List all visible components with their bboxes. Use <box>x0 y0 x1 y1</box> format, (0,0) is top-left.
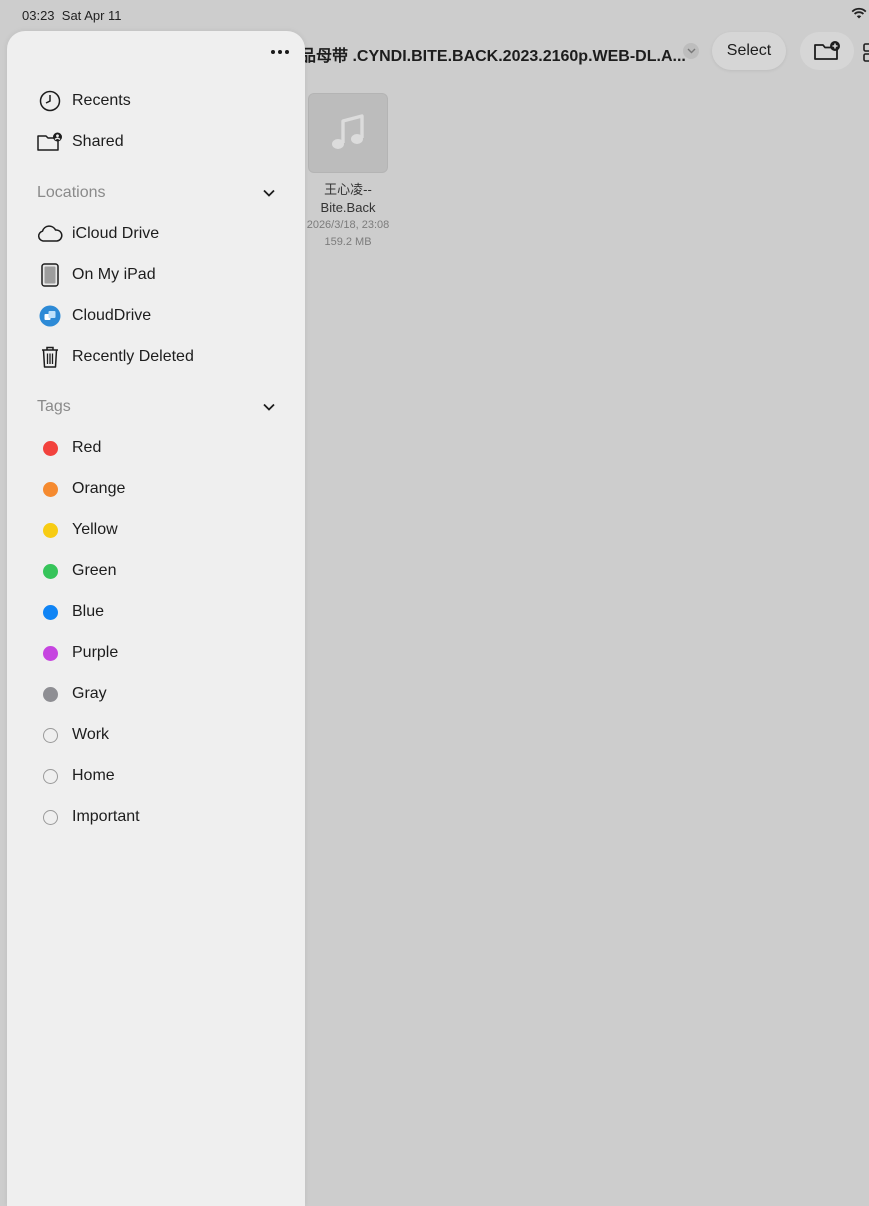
more-options-button[interactable] <box>266 44 294 60</box>
new-folder-button[interactable] <box>800 32 854 70</box>
chevron-down-icon[interactable] <box>683 43 699 59</box>
sidebar-item-shared[interactable]: Shared <box>7 125 305 159</box>
sidebar-tag-home[interactable]: Home <box>7 759 305 793</box>
sidebar-item-clouddrive[interactable]: CloudDrive <box>7 299 305 333</box>
sidebar-tag-important[interactable]: Important <box>7 800 305 834</box>
sidebar-tag-purple[interactable]: Purple <box>7 636 305 670</box>
sidebar-item-label: Shared <box>72 133 124 150</box>
view-options-icon[interactable] <box>862 42 869 62</box>
sidebar-item-label: Recently Deleted <box>72 348 194 365</box>
sidebar-tag-gray[interactable]: Gray <box>7 677 305 711</box>
sidebar-item-label: iCloud Drive <box>72 225 160 242</box>
more-icon <box>271 50 275 54</box>
tag-dot-icon <box>37 435 63 461</box>
sidebar-item-recently-deleted[interactable]: Recently Deleted <box>7 340 305 374</box>
tag-dot-icon <box>37 517 63 543</box>
sidebar-item-label: Gray <box>72 685 107 702</box>
tag-empty-circle-icon <box>37 763 63 789</box>
chevron-down-icon[interactable] <box>262 186 276 200</box>
shared-folder-icon <box>37 129 63 155</box>
sidebar-item-label: Orange <box>72 480 126 497</box>
sidebar-tag-red[interactable]: Red <box>7 431 305 465</box>
sidebar-item-label: Work <box>72 726 110 743</box>
locations-header[interactable]: Locations <box>37 184 106 202</box>
folder-path-title[interactable]: 品母带 .CYNDI.BITE.BACK.2023.2160p.WEB-DL.A… <box>300 42 686 66</box>
tag-empty-circle-icon <box>37 804 63 830</box>
cloud-icon <box>37 221 63 247</box>
sidebar-item-label: Green <box>72 562 117 579</box>
sidebar-item-label: CloudDrive <box>72 307 152 324</box>
sidebar-item-recents[interactable]: Recents <box>7 84 305 118</box>
file-name: 王心凌-- Bite.Back <box>320 182 376 215</box>
sidebar-tag-blue[interactable]: Blue <box>7 595 305 629</box>
sidebar-item-on-my-ipad[interactable]: On My iPad <box>7 258 305 292</box>
clouddrive-icon <box>37 303 63 329</box>
sidebar-item-label: On My iPad <box>72 266 156 283</box>
tag-empty-circle-icon <box>37 722 63 748</box>
sidebar: Recents Shared Locations iCloud Drive On… <box>7 31 305 1206</box>
sidebar-tag-orange[interactable]: Orange <box>7 472 305 506</box>
sidebar-item-label: Purple <box>72 644 119 661</box>
sidebar-item-label: Recents <box>72 92 131 109</box>
sidebar-tag-green[interactable]: Green <box>7 554 305 588</box>
music-note-icon <box>332 114 364 149</box>
sidebar-item-icloud-drive[interactable]: iCloud Drive <box>7 217 305 251</box>
clock-icon <box>37 88 63 114</box>
folder-plus-icon <box>814 41 840 60</box>
sidebar-item-label: Important <box>72 808 140 825</box>
file-size: 159.2 MB <box>324 236 372 248</box>
sidebar-tag-yellow[interactable]: Yellow <box>7 513 305 547</box>
tag-dot-icon <box>37 476 63 502</box>
trash-icon <box>37 344 63 370</box>
tag-dot-icon <box>37 640 63 666</box>
select-button[interactable]: Select <box>712 32 786 70</box>
sidebar-tag-work[interactable]: Work <box>7 718 305 752</box>
tags-header[interactable]: Tags <box>37 398 71 416</box>
file-date: 2026/3/18, 23:08 <box>306 219 390 231</box>
audio-file-thumbnail <box>308 93 388 173</box>
file-item[interactable]: 王心凌-- Bite.Back 2026/3/18, 23:08 159.2 M… <box>298 93 398 251</box>
sidebar-item-label: Red <box>72 439 102 456</box>
chevron-down-icon[interactable] <box>262 400 276 414</box>
ipad-icon <box>37 262 63 288</box>
tag-dot-icon <box>37 558 63 584</box>
sidebar-item-label: Home <box>72 767 115 784</box>
tag-dot-icon <box>37 599 63 625</box>
sidebar-item-label: Yellow <box>72 521 118 538</box>
sidebar-item-label: Blue <box>72 603 105 620</box>
tag-dot-icon <box>37 681 63 707</box>
